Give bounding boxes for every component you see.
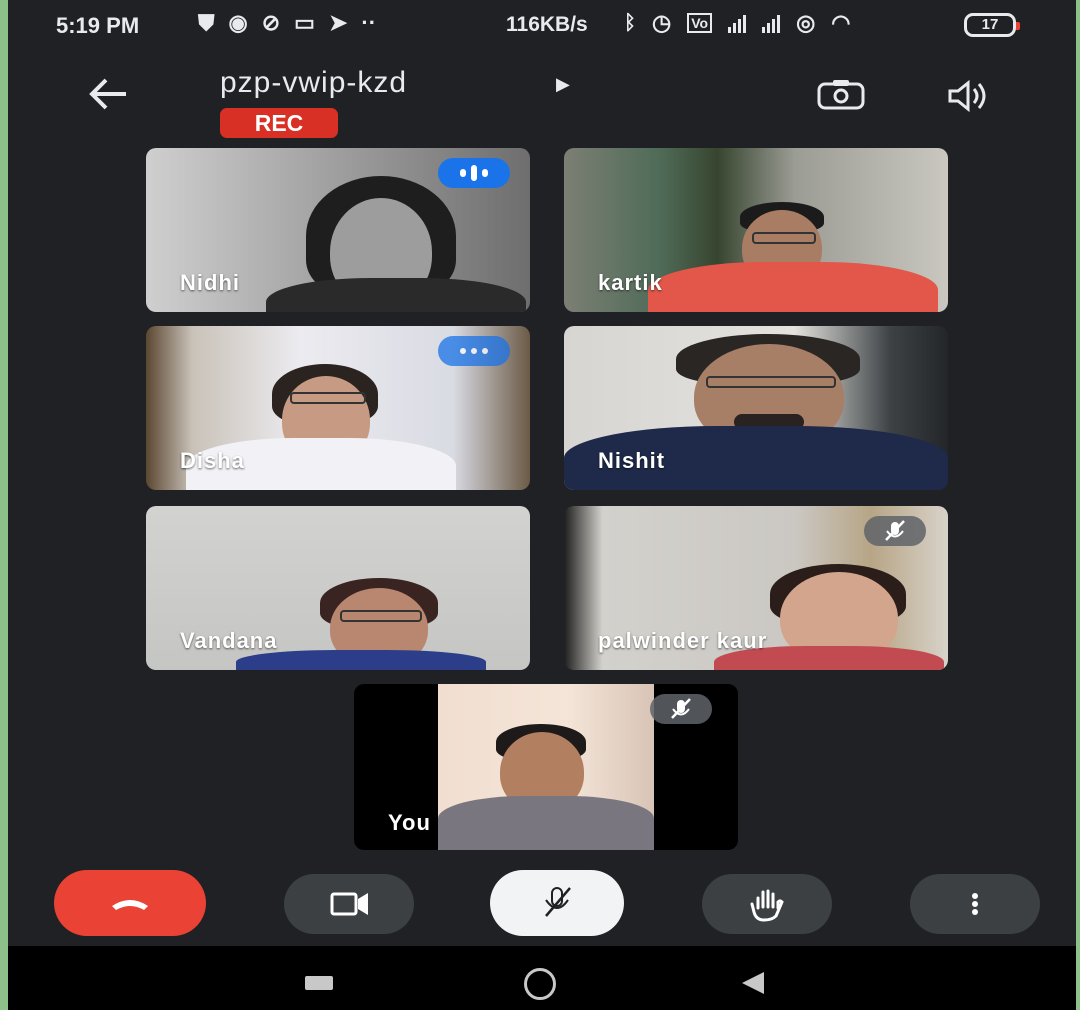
home-icon[interactable] <box>524 968 556 1000</box>
participant-tile[interactable]: palwinder kaur <box>564 506 948 670</box>
volte-icon: Vo <box>687 13 713 33</box>
participant-tile[interactable]: Disha <box>146 326 530 490</box>
participant-name: Nidhi <box>180 270 240 295</box>
speaking-indicator-icon <box>438 158 510 188</box>
participant-tile[interactable]: Nishit <box>564 326 948 490</box>
nav-back-icon[interactable] <box>742 972 764 994</box>
recent-apps-icon[interactable] <box>305 976 333 990</box>
end-call-button[interactable] <box>54 870 206 936</box>
back-arrow-icon[interactable] <box>86 74 134 114</box>
bluetooth-icon: ᛒ <box>624 11 636 34</box>
self-name: You <box>388 810 431 835</box>
switch-camera-icon[interactable] <box>816 78 866 112</box>
more-options-button[interactable] <box>910 874 1040 934</box>
self-video <box>438 684 654 850</box>
participant-name: Nishit <box>598 448 666 473</box>
self-view-tile[interactable]: You <box>354 684 738 850</box>
caret-right-icon[interactable]: ▶ <box>556 74 570 95</box>
recording-badge: REC <box>220 108 338 138</box>
video-icon: ▭ <box>294 10 315 35</box>
signal-icon <box>728 13 747 33</box>
participant-name: Vandana <box>180 628 278 653</box>
video-camera-icon <box>330 892 368 916</box>
wifi-icon: ◠ <box>831 10 851 35</box>
speaking-indicator-icon <box>438 336 510 366</box>
mic-off-icon <box>545 887 571 917</box>
participant-name: palwinder kaur <box>598 628 768 653</box>
battery-icon: 17 <box>964 13 1020 37</box>
participant-tile[interactable]: kartik <box>564 148 948 312</box>
shield-icon: ⛊ <box>198 10 215 35</box>
camera-toggle-button[interactable] <box>284 874 414 934</box>
more-vertical-icon <box>972 893 978 915</box>
hotspot-icon: ◎ <box>796 10 816 35</box>
meeting-header: pzp-vwip-kzd ▶ REC <box>8 52 1076 142</box>
microphone-toggle-button[interactable] <box>490 870 624 936</box>
participant-name: Disha <box>180 448 245 473</box>
participant-tile[interactable]: Nidhi <box>146 148 530 312</box>
status-time: 5:19 PM <box>56 13 140 38</box>
call-controls <box>8 866 1076 946</box>
signal-icon <box>762 13 781 33</box>
chat-icon: ◉ <box>228 10 248 35</box>
mic-off-icon <box>864 516 926 546</box>
meet-screen: 5:19 PM ⛊ ◉ ⊘ ▭ ➤ ·· 116KB/s ᛒ ◷ Vo ◎ ◠ … <box>8 0 1076 1010</box>
participant-tile[interactable]: Vandana <box>146 506 530 670</box>
participant-name: kartik <box>598 270 663 295</box>
telegram-icon: ➤ <box>328 10 348 35</box>
android-nav-bar <box>8 946 1076 1010</box>
meeting-code[interactable]: pzp-vwip-kzd <box>220 66 407 100</box>
status-bar: 5:19 PM ⛊ ◉ ⊘ ▭ ➤ ·· 116KB/s ᛒ ◷ Vo ◎ ◠ … <box>8 0 1076 52</box>
end-call-icon <box>112 900 148 910</box>
link-icon: ⊘ <box>261 10 281 35</box>
raise-hand-icon <box>750 889 784 922</box>
speaker-icon[interactable] <box>946 79 992 113</box>
network-speed: 116KB/s <box>506 13 588 36</box>
raise-hand-button[interactable] <box>702 874 832 934</box>
alarm-icon: ◷ <box>652 10 672 35</box>
more-dots-icon: ·· <box>361 10 377 35</box>
mic-off-icon <box>650 694 712 724</box>
battery-level: 17 <box>981 16 999 33</box>
